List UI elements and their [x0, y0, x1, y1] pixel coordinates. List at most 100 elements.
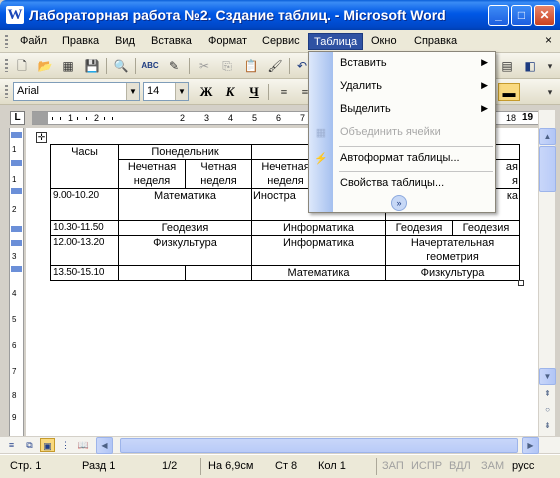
table-cell[interactable]: Информатика	[251, 235, 386, 266]
web-view-icon[interactable]: ⧉	[22, 438, 37, 452]
research-icon[interactable]: ✎	[165, 57, 183, 75]
menu-item-label: Свойства таблицы...	[340, 177, 445, 189]
status-overtype[interactable]: ЗАМ	[481, 460, 504, 472]
chevron-down-icon[interactable]: ▼	[126, 83, 139, 100]
new-document-icon[interactable]: 🗋	[13, 57, 31, 75]
toolbar-grip[interactable]	[5, 59, 8, 72]
ruler-row-marker	[11, 240, 22, 246]
close-button[interactable]: ✕	[534, 5, 555, 26]
table-cell[interactable]: 12.00-13.20	[50, 235, 119, 266]
ruler-number: 2	[94, 113, 100, 123]
paste-icon[interactable]: 📋	[242, 57, 260, 75]
previous-page-icon[interactable]: ⇞	[539, 386, 556, 403]
status-extend[interactable]: ВДЛ	[449, 460, 471, 472]
draw-table-icon[interactable]: ▤	[498, 57, 516, 75]
scroll-down-icon[interactable]: ▼	[539, 368, 556, 385]
status-column: Кол 1	[318, 460, 346, 472]
italic-button[interactable]: К	[220, 83, 240, 101]
table-cell[interactable]	[118, 265, 186, 281]
font-name-combo[interactable]: Arial ▼	[13, 82, 140, 101]
table-move-handle[interactable]: ✛	[36, 132, 47, 143]
print-layout-icon[interactable]: ▣	[40, 438, 55, 452]
table-cell[interactable]: Геодезия	[118, 220, 252, 236]
font-size-combo[interactable]: 14 ▼	[143, 82, 189, 101]
menu-item-table-properties[interactable]: Свойства таблицы...	[309, 173, 495, 195]
table-cell[interactable]: Математика	[118, 188, 252, 221]
toolbar-options-icon[interactable]: ▾	[541, 57, 559, 75]
bold-button[interactable]: Ж	[196, 83, 216, 101]
menu-separator	[339, 146, 493, 147]
menu-insert[interactable]: Вставка	[146, 33, 197, 50]
format-painter-icon[interactable]: 🖌	[266, 57, 284, 75]
table-resize-handle[interactable]	[518, 280, 524, 286]
chevron-down-icon[interactable]: ▼	[175, 83, 188, 100]
ruler-tick	[112, 117, 113, 120]
table-cell[interactable]: Нечетная неделя	[118, 159, 186, 189]
toolbar-grip[interactable]	[5, 85, 8, 98]
menubar-grip[interactable]	[5, 35, 8, 48]
menu-item-delete[interactable]: Удалить ▶	[309, 76, 495, 98]
maximize-button[interactable]: □	[511, 5, 532, 26]
underline-button[interactable]: Ч	[244, 83, 264, 101]
table-cell[interactable]: 13.50-15.10	[50, 265, 119, 281]
status-line: Ст 8	[275, 460, 298, 472]
ruler-row-marker	[11, 226, 22, 232]
table-cell[interactable]: 10.30-11.50	[50, 220, 119, 236]
table-cell[interactable]	[185, 265, 252, 281]
toolbar-options-icon[interactable]: ▾	[541, 83, 559, 101]
menu-tools[interactable]: Сервис	[257, 33, 305, 50]
vertical-scrollbar[interactable]: ▲ ▼ ⇞ ○ ⇟	[538, 110, 556, 436]
browse-object-icon[interactable]: ○	[539, 402, 556, 419]
menu-view[interactable]: Вид	[110, 33, 140, 50]
cut-icon[interactable]: ✂	[195, 57, 213, 75]
table-cell[interactable]: Геодезия	[385, 220, 453, 236]
align-left-icon[interactable]: ≡	[274, 83, 294, 101]
table-cell[interactable]: Математика	[251, 265, 386, 281]
table-cell[interactable]: Часы	[50, 144, 119, 189]
menu-format[interactable]: Формат	[203, 33, 252, 50]
menu-edit[interactable]: Правка	[57, 33, 104, 50]
table-cell[interactable]: Понедельник	[118, 144, 252, 160]
table-cell[interactable]: 9.00-10.20	[50, 188, 119, 221]
scroll-thumb[interactable]	[539, 146, 556, 192]
expand-menu-icon[interactable]: »	[391, 195, 407, 211]
open-icon[interactable]: 📂	[36, 57, 54, 75]
save-icon[interactable]: 💾	[83, 57, 101, 75]
spelling-icon[interactable]: ABC	[141, 57, 159, 75]
table-cell[interactable]: Геодезия	[452, 220, 520, 236]
menu-item-select[interactable]: Выделить ▶	[309, 99, 495, 121]
menu-help[interactable]: Справка	[409, 33, 462, 50]
horizontal-scroll-thumb[interactable]	[120, 438, 518, 453]
copy-icon[interactable]: ⎘	[218, 57, 236, 75]
zoom-icon[interactable]: ◧	[521, 57, 539, 75]
minimize-button[interactable]: _	[488, 5, 509, 26]
print-preview-icon[interactable]: 🔍	[112, 57, 130, 75]
menu-table[interactable]: Таблица	[308, 33, 364, 50]
menu-item-merge-cells[interactable]: ▦ Объединить ячейки	[309, 122, 495, 144]
tab-selector[interactable]: L	[10, 111, 25, 125]
scroll-up-icon[interactable]: ▲	[539, 128, 556, 145]
next-page-icon[interactable]: ⇟	[539, 418, 556, 435]
table-cell[interactable]: Четная неделя	[185, 159, 252, 189]
scroll-right-icon[interactable]: ▶	[522, 437, 539, 454]
menu-item-autoformat[interactable]: ⚡ Автоформат таблицы...	[309, 148, 495, 170]
table-cell[interactable]: Начертательная геометрия	[385, 235, 520, 266]
menu-item-insert[interactable]: Вставить ▶	[309, 53, 495, 75]
normal-view-icon[interactable]: ≡	[4, 438, 19, 452]
vertical-ruler[interactable]: 1 1 2 3 4 5 6 7 8 9	[9, 128, 24, 436]
horizontal-scrollbar[interactable]: ≡ ⧉ ▣ ⋮ 📖 ◀ ▶	[0, 436, 560, 454]
outline-view-icon[interactable]: ⋮	[58, 438, 73, 452]
status-separator	[200, 458, 201, 475]
menu-window[interactable]: Окно	[366, 33, 402, 50]
table-cell[interactable]: Информатика	[251, 220, 386, 236]
document-close-icon[interactable]: ×	[545, 33, 552, 47]
table-cell[interactable]: Физкультура	[385, 265, 520, 281]
table-cell[interactable]: Физкультура	[118, 235, 252, 266]
menu-file[interactable]: Файл	[15, 33, 52, 50]
reading-view-icon[interactable]: 📖	[76, 438, 91, 452]
highlight-color-icon[interactable]: ▬	[498, 83, 520, 101]
status-track[interactable]: ИСПР	[411, 460, 442, 472]
scroll-left-icon[interactable]: ◀	[96, 437, 113, 454]
table-grid-icon[interactable]: ▦	[59, 57, 77, 75]
status-rec[interactable]: ЗАП	[382, 460, 404, 472]
